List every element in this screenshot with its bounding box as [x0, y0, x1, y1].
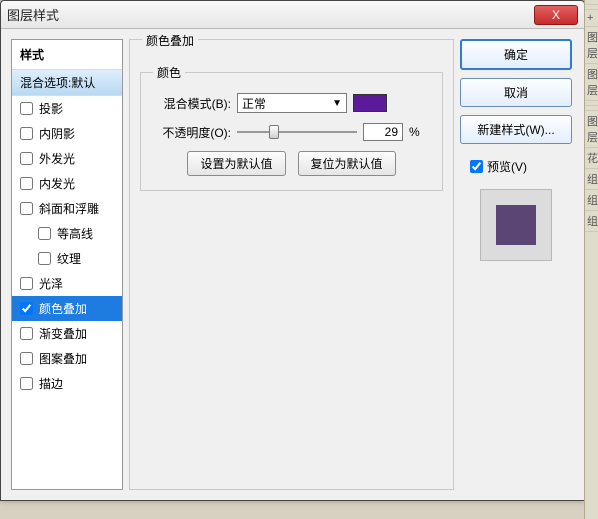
- opacity-unit: %: [409, 125, 420, 139]
- default-buttons-row: 设置为默认值 复位为默认值: [153, 151, 430, 176]
- style-item-checkbox[interactable]: [38, 227, 51, 240]
- preview-swatch: [496, 205, 536, 245]
- style-item-11[interactable]: 描边: [12, 371, 122, 396]
- ok-button[interactable]: 确定: [460, 39, 572, 70]
- content-area: 样式 混合选项:默认 投影内阴影外发光内发光斜面和浮雕等高线纹理光泽颜色叠加渐变…: [7, 35, 578, 494]
- style-item-label: 斜面和浮雕: [39, 200, 99, 217]
- slider-track: [237, 131, 357, 133]
- style-item-label: 内阴影: [39, 125, 75, 142]
- style-item-checkbox[interactable]: [20, 377, 33, 390]
- style-item-checkbox[interactable]: [20, 102, 33, 115]
- color-swatch[interactable]: [353, 94, 387, 112]
- style-item-checkbox[interactable]: [20, 327, 33, 340]
- opacity-label: 不透明度(O):: [153, 124, 231, 141]
- style-item-checkbox[interactable]: [20, 277, 33, 290]
- preview-checkbox-row[interactable]: 预览(V): [470, 158, 572, 175]
- set-default-button[interactable]: 设置为默认值: [187, 151, 285, 176]
- style-item-label: 渐变叠加: [39, 325, 87, 342]
- close-icon: X: [552, 8, 560, 22]
- style-item-checkbox[interactable]: [38, 252, 51, 265]
- gutter-item: 图层: [585, 27, 598, 64]
- style-item-checkbox[interactable]: [20, 152, 33, 165]
- styles-header: 样式: [12, 40, 122, 69]
- style-item-label: 图案叠加: [39, 350, 87, 367]
- background-panel-strip: +图层图层图层花组组组: [584, 0, 598, 519]
- style-item-8[interactable]: 颜色叠加: [12, 296, 122, 321]
- cancel-button[interactable]: 取消: [460, 78, 572, 107]
- style-item-checkbox[interactable]: [20, 202, 33, 215]
- style-item-checkbox[interactable]: [20, 302, 33, 315]
- gutter-item: 组: [585, 211, 598, 232]
- gutter-item: 图层: [585, 64, 598, 101]
- preview-box: [480, 189, 552, 261]
- style-item-label: 描边: [39, 375, 63, 392]
- blend-mode-select[interactable]: 正常 ▼: [237, 93, 347, 113]
- style-item-label: 纹理: [57, 250, 81, 267]
- style-item-4[interactable]: 斜面和浮雕: [12, 196, 122, 221]
- gutter-item: +: [585, 10, 598, 27]
- blend-mode-label: 混合模式(B):: [153, 95, 231, 112]
- style-item-label: 投影: [39, 100, 63, 117]
- style-item-0[interactable]: 投影: [12, 96, 122, 121]
- gutter-item: 组: [585, 169, 598, 190]
- style-item-9[interactable]: 渐变叠加: [12, 321, 122, 346]
- gutter-item: 图层: [585, 111, 598, 148]
- style-item-checkbox[interactable]: [20, 127, 33, 140]
- style-item-label: 等高线: [57, 225, 93, 242]
- gutter-item: 花: [585, 148, 598, 169]
- opacity-row: 不透明度(O): %: [153, 123, 430, 141]
- slider-thumb[interactable]: [269, 125, 279, 139]
- style-item-label: 外发光: [39, 150, 75, 167]
- style-item-label: 内发光: [39, 175, 75, 192]
- style-item-5[interactable]: 等高线: [12, 221, 122, 246]
- window-title: 图层样式: [7, 5, 534, 24]
- reset-default-button[interactable]: 复位为默认值: [298, 151, 396, 176]
- style-item-label: 颜色叠加: [39, 300, 87, 317]
- style-item-10[interactable]: 图案叠加: [12, 346, 122, 371]
- style-item-6[interactable]: 纹理: [12, 246, 122, 271]
- style-item-label: 光泽: [39, 275, 63, 292]
- new-style-button[interactable]: 新建样式(W)...: [460, 115, 572, 144]
- color-groupbox: 颜色 混合模式(B): 正常 ▼ 不透明度(O):: [140, 64, 443, 191]
- style-item-2[interactable]: 外发光: [12, 146, 122, 171]
- preview-label: 预览(V): [487, 158, 527, 175]
- color-group-title: 颜色: [153, 64, 185, 81]
- style-item-checkbox[interactable]: [20, 177, 33, 190]
- right-panel: 确定 取消 新建样式(W)... 预览(V): [460, 39, 572, 490]
- style-item-checkbox[interactable]: [20, 352, 33, 365]
- opacity-slider[interactable]: [237, 123, 357, 141]
- opacity-input[interactable]: [363, 123, 403, 141]
- blend-mode-value: 正常: [242, 95, 266, 112]
- titlebar[interactable]: 图层样式 X: [1, 1, 584, 29]
- style-item-1[interactable]: 内阴影: [12, 121, 122, 146]
- style-item-3[interactable]: 内发光: [12, 171, 122, 196]
- preview-checkbox[interactable]: [470, 160, 483, 173]
- style-item-7[interactable]: 光泽: [12, 271, 122, 296]
- options-group-title: 颜色叠加: [142, 32, 198, 49]
- blend-mode-row: 混合模式(B): 正常 ▼: [153, 93, 430, 113]
- options-groupbox: 颜色叠加 颜色 混合模式(B): 正常 ▼ 不透明度(O):: [129, 39, 454, 490]
- layer-style-window: 图层样式 X 样式 混合选项:默认 投影内阴影外发光内发光斜面和浮雕等高线纹理光…: [0, 0, 585, 501]
- styles-panel: 样式 混合选项:默认 投影内阴影外发光内发光斜面和浮雕等高线纹理光泽颜色叠加渐变…: [11, 39, 123, 490]
- gutter-item: 组: [585, 190, 598, 211]
- chevron-down-icon: ▼: [332, 98, 342, 109]
- close-button[interactable]: X: [534, 5, 578, 25]
- blending-options-default[interactable]: 混合选项:默认: [12, 69, 122, 96]
